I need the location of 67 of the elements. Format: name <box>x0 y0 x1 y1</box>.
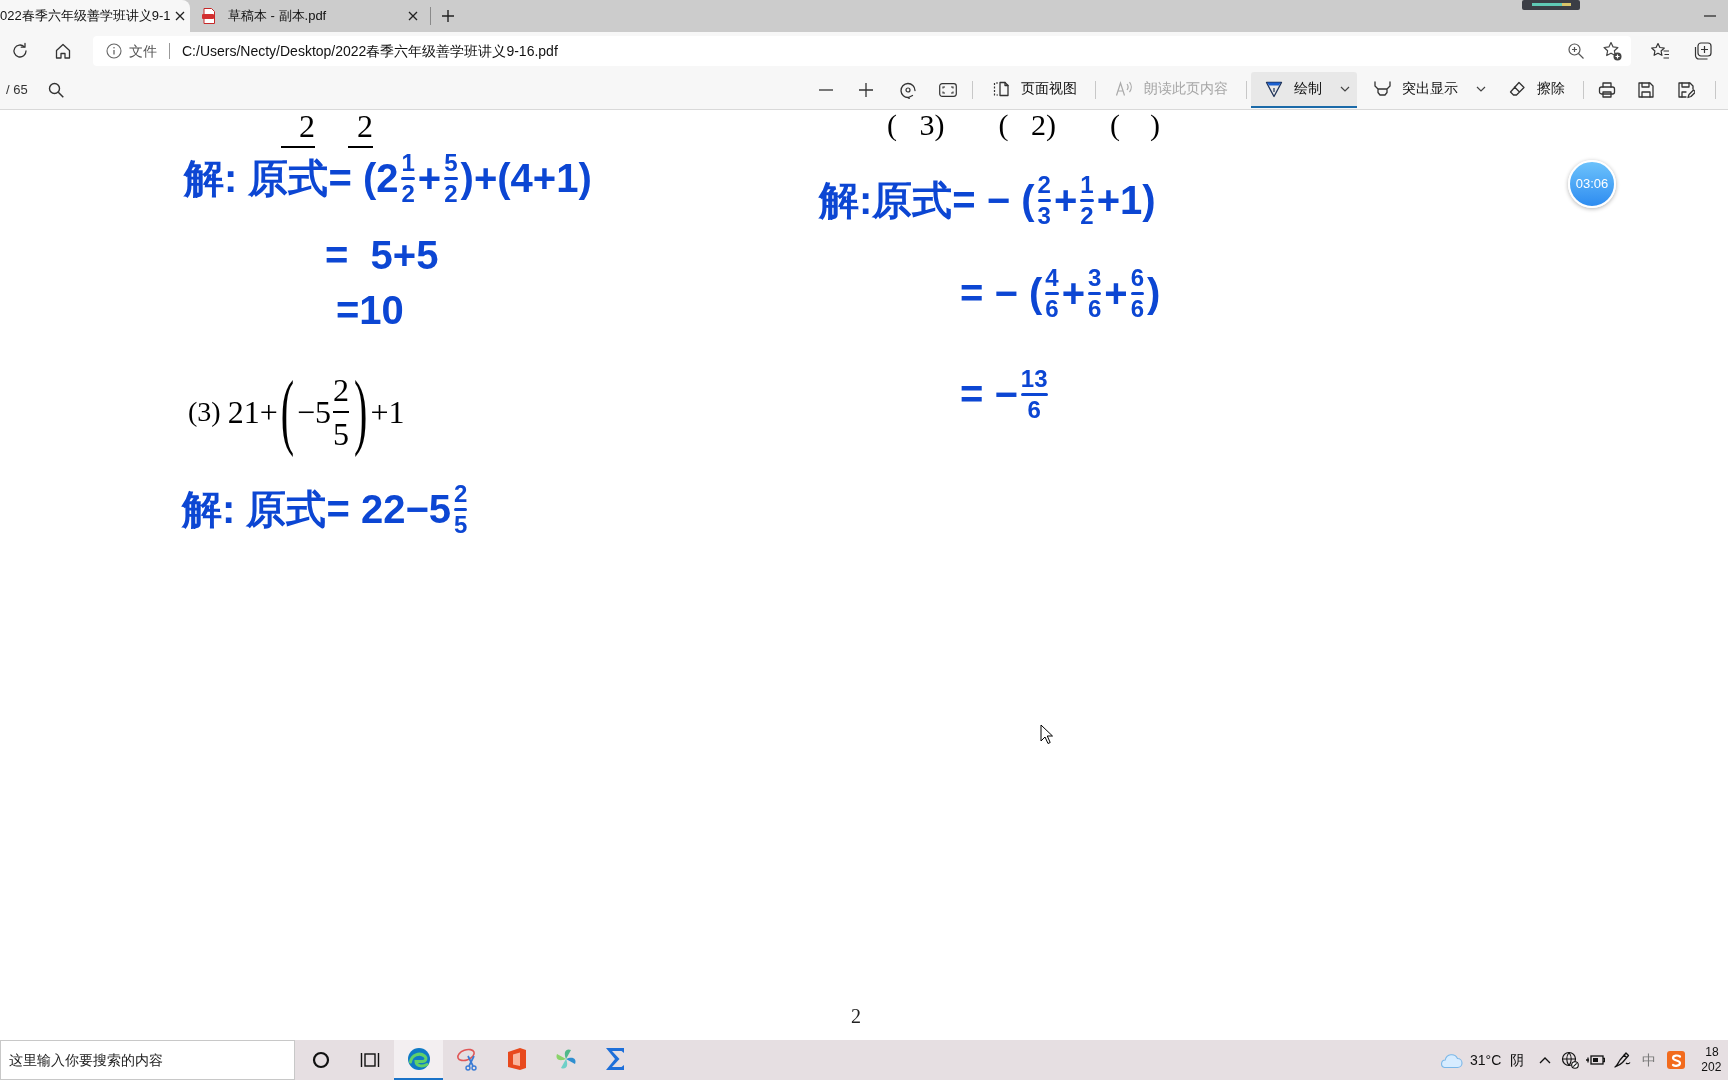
eraser-icon <box>1508 79 1526 98</box>
handwritten-math: =10 <box>336 290 404 330</box>
erase-button[interactable]: 擦除 <box>1500 71 1573 108</box>
highlighter-icon <box>1373 79 1391 98</box>
door-icon <box>505 1047 528 1071</box>
chevron-up-icon <box>1539 1056 1552 1064</box>
underlined-digit: 2 <box>281 110 318 148</box>
swirl-icon <box>406 1047 431 1071</box>
page-number: 2 <box>851 1006 861 1026</box>
handwritten-math: = 5+5 <box>325 236 439 274</box>
address-bar[interactable]: 文件 C:/Users/Necty/Desktop/2022春季六年级善学班讲义9-16.pdf <box>93 36 1631 66</box>
read-aloud-icon <box>1115 79 1133 98</box>
printer-icon <box>1598 80 1616 99</box>
underlined-digit: 2 <box>348 110 376 148</box>
task-view-icon <box>359 1051 380 1069</box>
pinwheel-icon <box>553 1047 578 1071</box>
input-method-indicator[interactable]: 中 <box>1642 1049 1657 1071</box>
pen-tip-icon <box>1265 79 1283 98</box>
chevron-down-icon <box>1340 85 1350 92</box>
close-icon <box>175 11 186 21</box>
globe-icon <box>1561 1051 1580 1069</box>
floppy-icon <box>1637 80 1655 99</box>
taskbar-app-button[interactable] <box>394 1040 443 1080</box>
plus-icon <box>859 82 873 97</box>
search-icon <box>47 81 64 98</box>
ring-icon <box>311 1051 330 1069</box>
floppy-pen-icon <box>1677 80 1695 99</box>
browser-tab[interactable]: 022春季六年级善学班讲义9-1 <box>0 0 190 32</box>
document-icon <box>201 8 217 24</box>
page-count: / 65 <box>6 80 28 99</box>
browser-tab[interactable]: 草稿本 - 副本.pdf <box>193 0 430 32</box>
reload-icon <box>11 42 29 60</box>
weather-temperature: 31°C <box>1470 1050 1502 1070</box>
scissors-icon <box>455 1047 480 1071</box>
mouse-cursor-icon <box>1040 724 1053 745</box>
home-icon <box>54 42 72 60</box>
minimize-icon <box>1704 15 1716 17</box>
url-text: C:/Users/Necty/Desktop/2022春季六年级善学班讲义9-16.pdf <box>182 41 558 61</box>
search-field[interactable]: 这里输入你要搜索的内容 <box>0 1040 295 1080</box>
draw-button[interactable]: 绘制 <box>1251 71 1357 108</box>
highlight-button[interactable]: 突出显示 <box>1365 71 1492 108</box>
info-icon <box>106 43 122 59</box>
math-fragment: ( 3) <box>887 110 945 140</box>
minus-icon <box>819 88 833 91</box>
sigma-icon <box>603 1047 626 1071</box>
close-icon <box>408 11 418 21</box>
zoom-in-icon <box>1567 42 1585 60</box>
page-view-button[interactable]: 页面视图 <box>984 71 1085 108</box>
site-info-label[interactable]: 文件 <box>129 40 157 62</box>
pen-icon <box>1613 1051 1632 1069</box>
math-fragment: ( 2) <box>998 110 1056 140</box>
star-plus-icon <box>1602 41 1622 61</box>
fit-page-icon <box>939 82 957 97</box>
chevron-down-icon <box>1476 85 1486 92</box>
star-list-icon <box>1650 42 1670 60</box>
battery-plug-icon <box>1585 1052 1606 1068</box>
collections-icon <box>1693 41 1713 61</box>
clock-time: 18 <box>1704 1045 1719 1060</box>
math-fragment: ( ) <box>1109 110 1160 140</box>
level-meter-icon <box>1522 0 1580 10</box>
rotate-icon <box>899 80 917 99</box>
cloud-icon <box>1439 1051 1463 1069</box>
plus-icon <box>441 9 455 23</box>
pages-icon <box>992 79 1010 98</box>
clock-date: 202 <box>1701 1060 1722 1075</box>
weather-condition: 阴 <box>1510 1050 1525 1070</box>
s-tile-icon <box>1667 1051 1686 1069</box>
